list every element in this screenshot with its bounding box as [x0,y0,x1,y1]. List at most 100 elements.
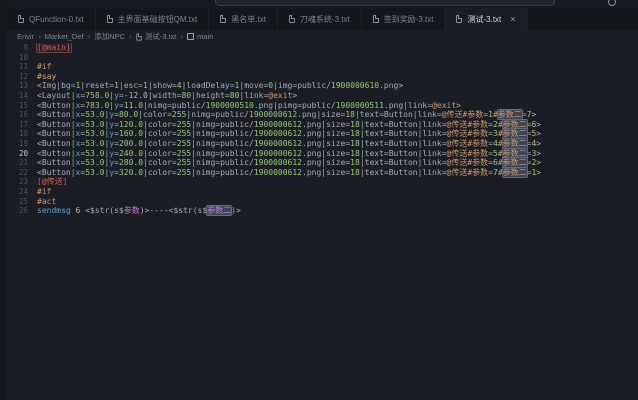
breadcrumb-item-测试-3.txt[interactable]: 测试-3.txt [136,31,177,42]
code-token: 18 [350,168,360,177]
highlighted-match: 参数二 [503,149,527,158]
code-token: <Button| [37,101,76,110]
code-token: sendmsg [37,206,71,215]
code-token: 255 [177,158,191,167]
line-number[interactable]: 12 [7,72,37,82]
code-text[interactable]: <Button|x=53.0|y=320.0|color=255|nimg=pu… [37,168,638,178]
code-line[interactable]: 13<Img|bg=1|reset=1|esc=1|show=4|loadDel… [7,81,638,91]
code-text[interactable]: #act [37,197,638,207]
line-number[interactable]: 19 [7,139,37,149]
breadcrumb-item-Market_Def[interactable]: Market_Def [45,32,84,41]
code-token: )> [231,206,241,215]
code-token: .png> [379,81,403,90]
line-number[interactable]: 24 [7,187,37,197]
code-token: #act [37,197,56,206]
line-number[interactable]: 14 [7,91,37,101]
highlighted-match: 参数二 [503,120,527,129]
tab-刀魂系统-3.txt[interactable]: 刀魂系统-3.txt [278,8,362,30]
code-line[interactable]: 23[@传送] [7,177,638,187]
code-line[interactable]: 20<Button|x=53.0|y=240.0|color=255|nimg=… [7,149,638,159]
line-number[interactable]: 21 [7,158,37,168]
breadcrumb-item-添加NPC[interactable]: 添加NPC [94,31,125,42]
code-text[interactable]: <Layout|x=758.0|y=-12.0|width=80|height=… [37,91,638,101]
code-token: 120.0 [119,120,143,129]
code-text[interactable]: <Button|x=53.0|y=120.0|color=255|nimg=pu… [37,120,638,130]
code-line[interactable]: 9[@main] [7,43,638,53]
line-number[interactable]: 17 [7,120,37,130]
code-token: 1900000511 [336,101,384,110]
line-number[interactable]: 25 [7,197,37,207]
highlighted-match: 参数二 [503,158,527,167]
code-text[interactable]: <Button|x=53.0|y=240.0|color=255|nimg=pu… [37,149,638,159]
code-text[interactable]: #if [37,62,638,72]
line-number[interactable]: 16 [7,110,37,120]
code-line[interactable]: 15<Button|x=783.0|y=11.0|nimg=public/190… [7,101,638,111]
line-number[interactable]: 13 [7,81,37,91]
line-number[interactable]: 11 [7,62,37,72]
code-token: )>----<$str(s$ [140,206,207,215]
code-token: |color= [143,149,177,158]
code-line[interactable]: 19<Button|x=53.0|y=200.0|color=255|nimg=… [7,139,638,149]
line-number[interactable]: 18 [7,129,37,139]
line-number[interactable]: 10 [7,53,37,63]
code-token: 53.0 [85,158,104,167]
code-text[interactable]: <Button|x=53.0|y=80.0|color=255|nimg=pub… [37,110,638,120]
code-line[interactable]: 17<Button|x=53.0|y=120.0|color=255|nimg=… [7,120,638,130]
breadcrumb-item-main[interactable]: main [187,32,213,41]
code-token: 1900000612 [254,120,302,129]
tab-QFunction-0.txt[interactable]: QFunction-0.txt [7,8,96,30]
code-line[interactable]: 21<Button|x=53.0|y=280.0|color=255|nimg=… [7,158,638,168]
code-token: 18 [345,110,355,119]
code-token: > [536,139,541,148]
code-line[interactable]: 16<Button|x=53.0|y=80.0|color=255|nimg=p… [7,110,638,120]
code-text[interactable]: <Img|bg=1|reset=1|esc=1|show=4|loadDelay… [37,81,638,91]
code-token: 53.0 [85,149,104,158]
tab-close-icon[interactable]: × [510,15,515,24]
code-line[interactable]: 14<Layout|x=758.0|y=-12.0|width=80|heigh… [7,91,638,101]
line-number[interactable]: 22 [7,168,37,178]
line-number[interactable]: 23 [7,177,37,187]
tab-测试-3.txt[interactable]: 测试-3.txt× [445,8,527,30]
code-text[interactable]: <Button|x=53.0|y=280.0|color=255|nimg=pu… [37,158,638,168]
code-token: |loadDelay= [182,81,235,90]
code-line[interactable]: 24#if [7,187,638,197]
code-token: 80 [182,91,192,100]
tab-签到奖励-3.txt[interactable]: 签到奖励-3.txt [362,8,446,30]
code-text[interactable]: <Button|x=53.0|y=200.0|color=255|nimg=pu… [37,139,638,149]
line-number[interactable]: 15 [7,101,37,111]
highlighted-match: 参数二 [503,139,527,148]
code-token: 53.0 [85,120,104,129]
code-token: #say [37,72,56,81]
account-icon[interactable] [608,0,616,6]
code-line[interactable]: 11#if [7,62,638,72]
code-line[interactable]: 26sendmsg 6 <$str(s$参数)>----<$str(s$参数二)… [7,206,638,216]
code-token: 80.0 [119,110,138,119]
code-text[interactable]: sendmsg 6 <$str(s$参数)>----<$str(s$参数二)> [37,206,638,216]
code-text[interactable]: <Button|x=783.0|y=11.0|nimg=public/19000… [37,101,638,111]
code-line[interactable]: 12#say [7,72,638,82]
code-line[interactable]: 22<Button|x=53.0|y=320.0|color=255|nimg=… [7,168,638,178]
code-editor[interactable]: 9[@main]1011#if12#say13<Img|bg=1|reset=1… [7,43,638,400]
code-text[interactable]: #say [37,72,638,82]
code-line[interactable]: 18<Button|x=53.0|y=160.0|color=255|nimg=… [7,129,638,139]
code-token: 18 [350,129,360,138]
line-number[interactable]: 26 [7,206,37,216]
tab-黑名单.txt[interactable]: 黑名单.txt [209,8,278,30]
command-center-searchbox[interactable] [215,0,555,6]
code-text[interactable]: [@main] [37,43,638,53]
line-number[interactable]: 9 [7,43,37,53]
code-line[interactable]: 10 [7,53,638,63]
tab-主界面基础按钮QM.txt[interactable]: 主界面基础按钮QM.txt [96,8,210,30]
code-token: @exit [268,91,292,100]
line-number[interactable]: 20 [7,149,37,159]
code-token: 11.0 [124,101,143,110]
code-text[interactable]: [@传送] [37,177,638,187]
code-line[interactable]: 25#act [7,197,638,207]
code-text[interactable]: <Button|x=53.0|y=160.0|color=255|nimg=pu… [37,129,638,139]
code-token: .png|size= [302,158,350,167]
code-token: .png|pimg=public/ [254,101,336,110]
code-token: |nimg=public/ [186,110,249,119]
breadcrumb-item-Envir[interactable]: Envir [17,32,34,41]
code-text[interactable] [37,53,638,63]
code-text[interactable]: #if [37,187,638,197]
